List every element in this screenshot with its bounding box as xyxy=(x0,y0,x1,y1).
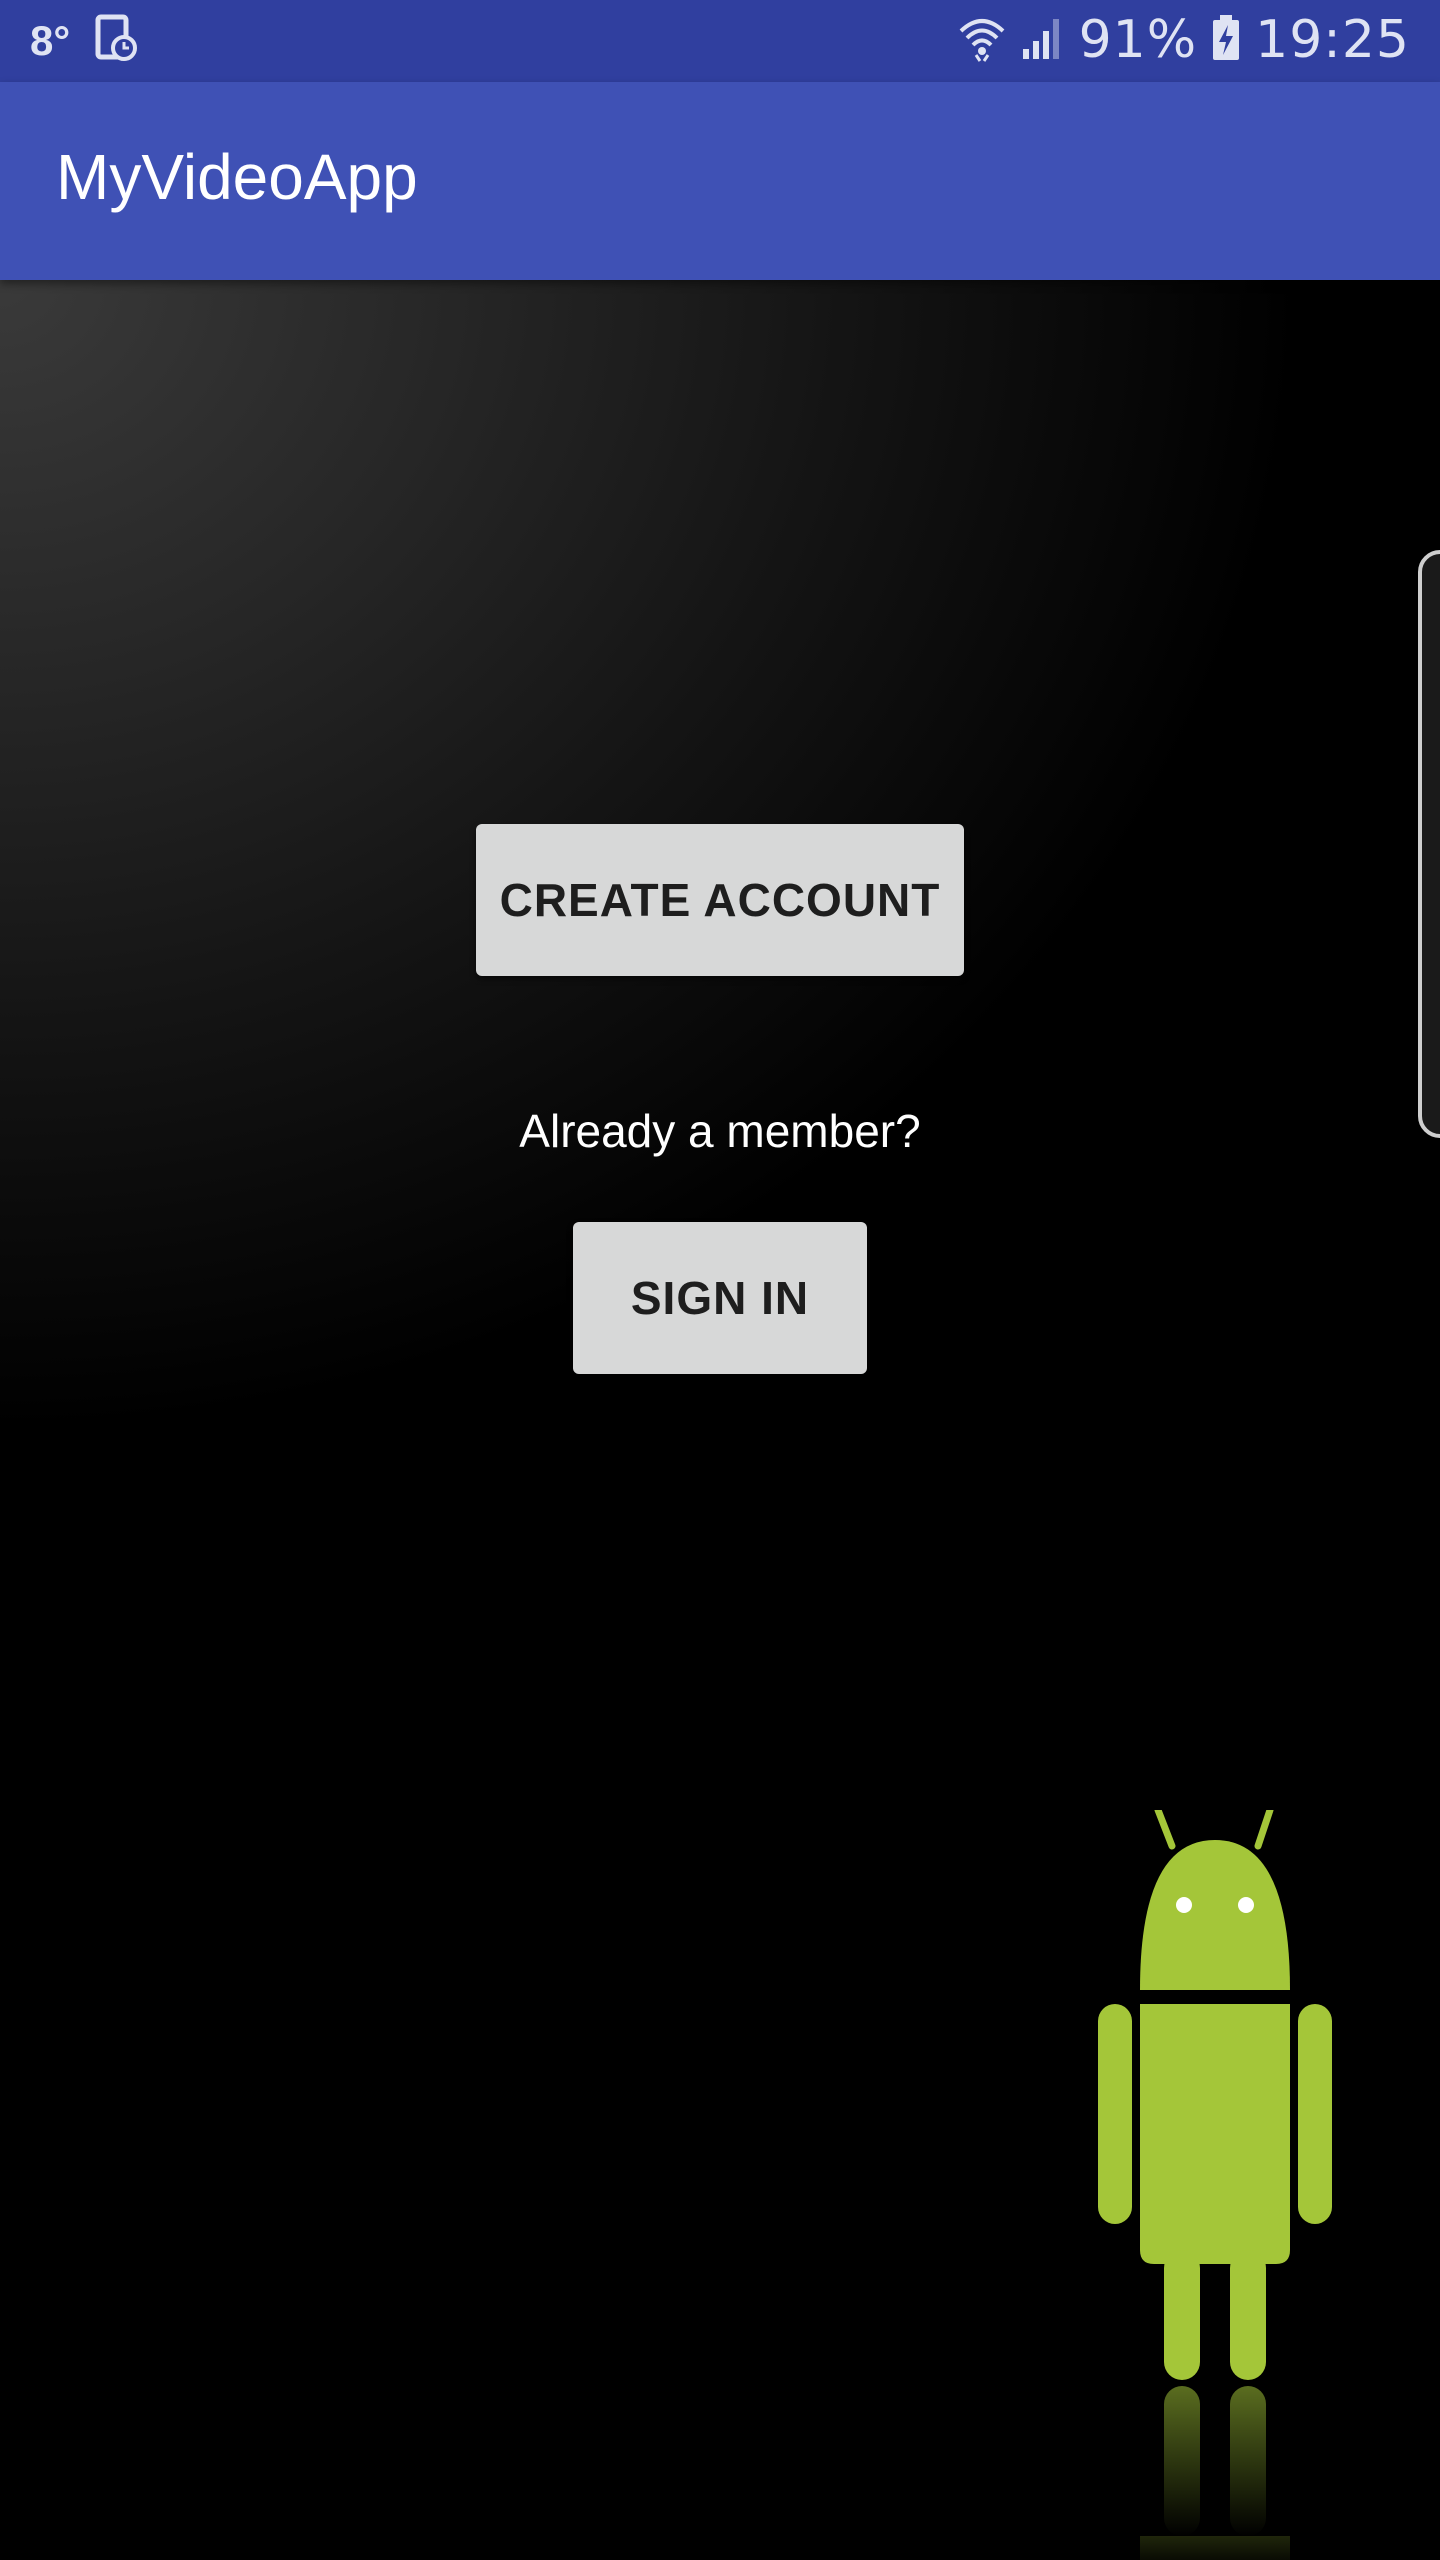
temperature-text: 8° xyxy=(30,16,71,64)
edge-panel-handle[interactable] xyxy=(1418,550,1440,1138)
signal-icon xyxy=(1021,15,1065,66)
app-bar: MyVideoApp xyxy=(0,82,1440,280)
battery-percent: 91% xyxy=(1078,10,1198,70)
clock: 19:25 xyxy=(1255,10,1410,70)
member-prompt-text: Already a member? xyxy=(519,1105,921,1157)
status-bar-left: 8° xyxy=(30,14,138,67)
tablet-clock-icon xyxy=(94,14,138,67)
app-title: MyVideoApp xyxy=(56,141,418,213)
battery-charging-icon xyxy=(1211,14,1241,67)
android-robot-image xyxy=(1090,1806,1350,2560)
create-account-button[interactable]: CREATE ACCOUNT xyxy=(476,824,964,976)
wifi-icon xyxy=(957,13,1007,68)
sign-in-button[interactable]: SIGN IN xyxy=(573,1222,867,1374)
main-content: CREATE ACCOUNT Already a member? SIGN IN xyxy=(0,280,1440,2560)
status-bar-right: 91% 19:25 xyxy=(957,10,1410,70)
status-bar: 8° 91% 19:25 xyxy=(0,0,1440,82)
